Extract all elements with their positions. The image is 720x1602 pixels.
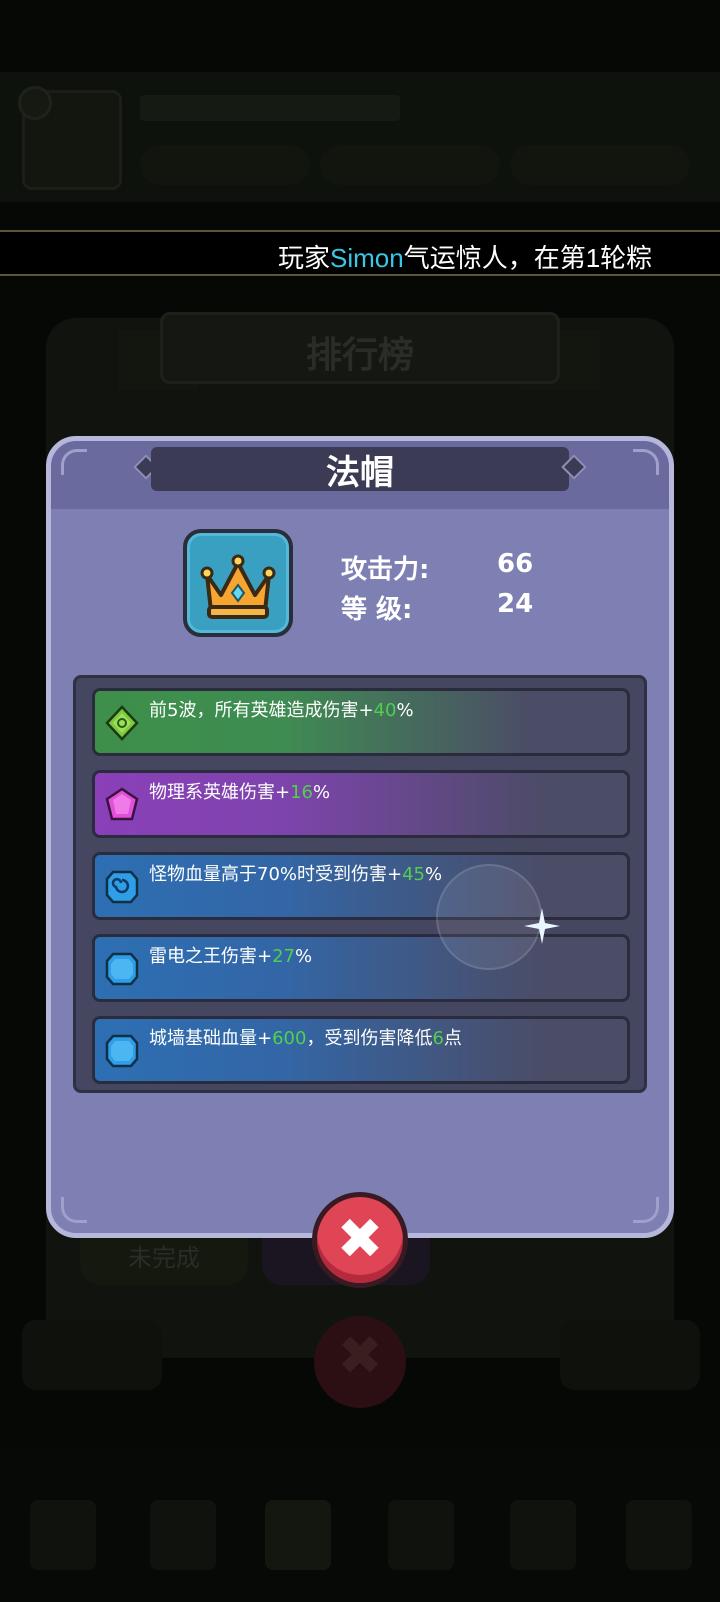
background-close-icon: ✖ [337,1324,383,1387]
sparkle-icon [524,908,560,944]
skill-text-part: 物理系英雄伤害+ [149,782,291,803]
side-button [560,1320,700,1390]
close-x-icon: ✖ [336,1207,384,1272]
ticker-message: 玩家Simon气运惊人，在第1轮粽 [278,238,653,274]
blue-gem-icon [105,1034,139,1068]
crown-icon [200,554,276,619]
green-rune-gem-icon [105,705,139,741]
ranking-title: 排行榜 [305,335,414,376]
stat-label: 等 级: [341,595,413,625]
player-name-placeholder [140,95,400,121]
skill-list: 前5波，所有英雄造成伤害+40% 物理系英雄伤害+16% 怪物血量高于70%时受… [73,675,647,1093]
skill-value: 40 [373,700,397,721]
close-button[interactable]: ✖ [312,1192,408,1288]
skill-value: 45 [402,864,425,885]
nav-item [510,1500,576,1570]
skill-text: 物理系英雄伤害+16% [149,781,479,805]
announcement-ticker: 玩家Simon气运惊人，在第1轮粽 [0,230,720,276]
skill-text-part: % [295,946,313,967]
resource-counter [140,145,310,185]
skill-value: 600 [272,1028,307,1049]
skill-text-part: % [313,782,331,803]
item-detail-dialog: 法帽 攻击力: 66 等 级: 24 前5波，所有英雄造成伤害+40% 物理系英… [46,436,674,1238]
blue-swirl-gem-icon [105,870,139,904]
corner-ornament [61,1197,87,1223]
skill-text: 雷电之王伤害+27% [149,945,479,969]
dialog-title: 法帽 [326,453,394,493]
side-button [22,1320,162,1390]
ticker-suffix: 气运惊人，在第1轮粽 [403,243,653,273]
skill-text: 前5波，所有英雄造成伤害+40% [149,699,479,723]
skill-text-part: 点 [443,1028,462,1049]
ranking-tab-label: 未完成 [128,1244,200,1272]
bottom-nav-bar [0,1450,720,1602]
skill-row: 前5波，所有英雄造成伤害+40% [92,688,630,756]
skill-value: 6 [432,1028,444,1049]
nav-item [388,1500,454,1570]
skill-text: 怪物血量高于70%时受到伤害+45% [149,863,479,887]
nav-item [150,1500,216,1570]
ticker-player-name: Simon [330,243,404,273]
skill-value: 27 [272,946,295,967]
nav-item [265,1500,331,1570]
player-level-badge [18,86,52,120]
skill-text: 城墙基础血量+600，受到伤害降低6点 [149,1027,469,1051]
stat-label: 攻击力: [341,555,430,585]
resource-counter [320,145,500,185]
stat-value: 66 [497,549,534,579]
skill-value: 16 [290,782,313,803]
nav-item [30,1500,96,1570]
skill-text-part: 城墙基础血量+ [149,1028,273,1049]
skill-text-part: 前5波，所有英雄造成伤害+ [149,700,374,721]
skill-text-part: 怪物血量高于70%时受到伤害+ [149,864,403,885]
skill-row: 物理系英雄伤害+16% [92,770,630,838]
corner-ornament [61,449,87,475]
skill-text-part: % [425,864,443,885]
blue-gem-icon [105,952,139,986]
resource-counter [510,145,690,185]
purple-gem-icon [105,787,139,821]
ticker-prefix: 玩家 [278,243,331,273]
skill-row: 雷电之王伤害+27% [92,934,630,1002]
skill-text-part: 雷电之王伤害+ [149,946,273,967]
skill-row: 城墙基础血量+600，受到伤害降低6点 [92,1016,630,1084]
item-icon-frame [183,529,293,637]
skill-text-part: ，受到伤害降低 [306,1028,433,1049]
skill-text-part: % [396,700,414,721]
nav-item [626,1500,692,1570]
stat-value: 24 [497,589,534,619]
corner-ornament [633,1197,659,1223]
